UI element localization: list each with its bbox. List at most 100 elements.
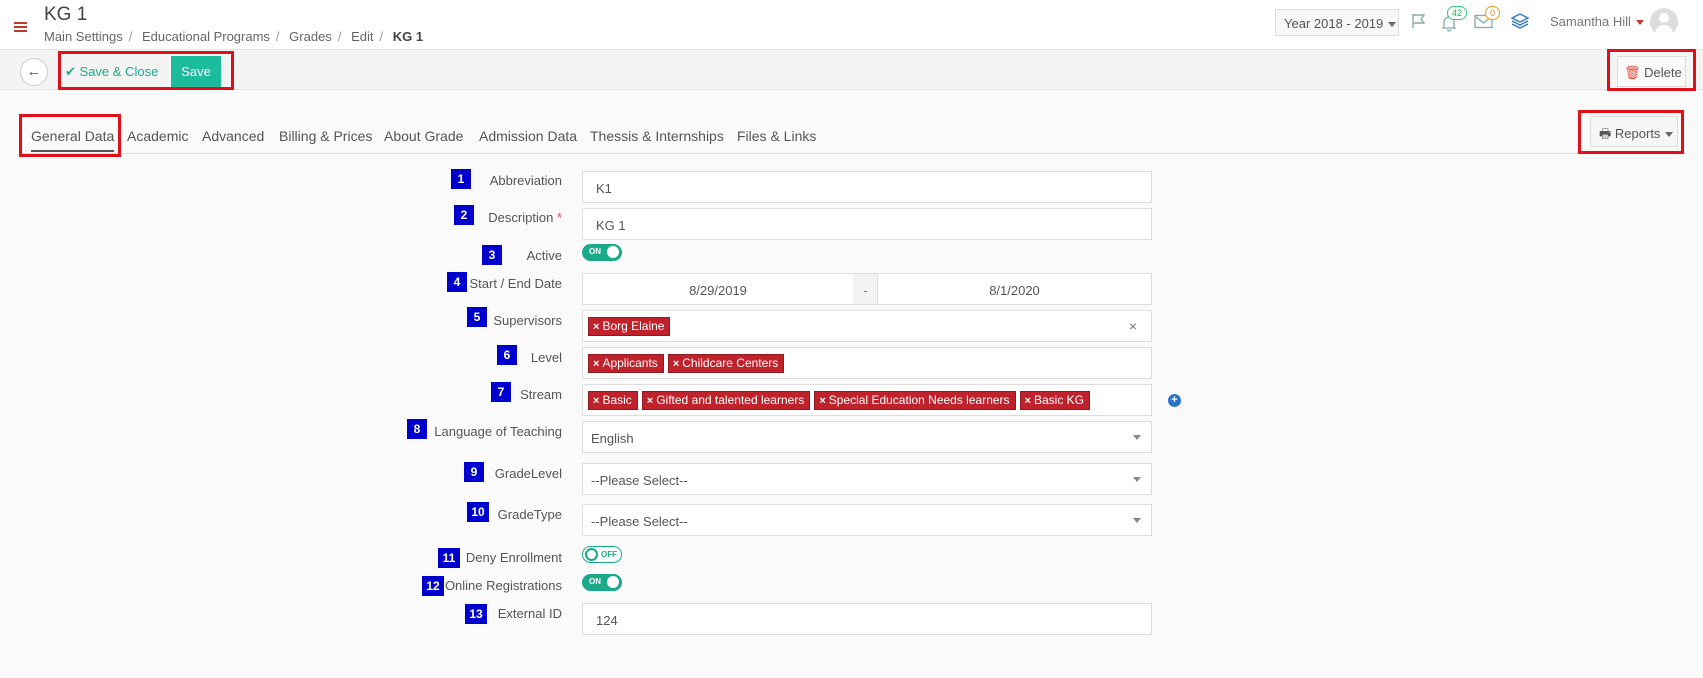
step-number: 3 bbox=[482, 245, 502, 265]
external-id-field[interactable]: 124 bbox=[582, 603, 1152, 635]
online-registrations-toggle[interactable]: ON bbox=[582, 574, 622, 591]
breadcrumb-main-settings[interactable]: Main Settings bbox=[44, 29, 123, 44]
flag-icon[interactable] bbox=[1410, 12, 1428, 33]
reports-label: Reports bbox=[1614, 126, 1661, 141]
tag[interactable]: × Special Education Needs learners bbox=[814, 391, 1016, 410]
tag[interactable]: × Basic bbox=[588, 391, 638, 410]
chevron-down-icon bbox=[1133, 435, 1141, 440]
breadcrumb-edit[interactable]: Edit bbox=[351, 29, 373, 44]
chevron-down-icon bbox=[1133, 477, 1141, 482]
deny-enrollment-toggle[interactable]: OFF bbox=[582, 546, 622, 563]
notifications-badge: 42 bbox=[1447, 6, 1468, 20]
tag[interactable]: × Childcare Centers bbox=[667, 354, 785, 373]
level-label: Level bbox=[530, 350, 562, 365]
stream-field[interactable]: × Basic × Gifted and talented learners × Spec… bbox=[582, 384, 1152, 416]
remove-icon[interactable]: × bbox=[593, 321, 599, 333]
delete-button[interactable]: 🗑 Delete bbox=[1617, 56, 1686, 87]
description-label: Description * bbox=[488, 210, 562, 225]
tab-admission-data[interactable]: Admission Data bbox=[479, 128, 577, 144]
tab-general-data[interactable]: General Data bbox=[31, 128, 115, 152]
remove-icon[interactable]: × bbox=[593, 358, 599, 370]
chevron-down-icon bbox=[1665, 132, 1674, 138]
active-toggle[interactable]: ON bbox=[582, 244, 622, 261]
grade-level-select[interactable]: --Please Select-- bbox=[582, 463, 1152, 495]
tab-thesis-internships[interactable]: Thessis & Internships bbox=[590, 128, 724, 144]
tab-about-grade[interactable]: About Grade bbox=[384, 128, 463, 144]
description-label-text: Description bbox=[488, 210, 554, 225]
action-toolbar bbox=[0, 50, 1703, 90]
supervisors-label: Supervisors bbox=[493, 313, 562, 328]
step-number: 11 bbox=[438, 548, 460, 568]
step-number: 6 bbox=[497, 345, 517, 365]
tab-advanced[interactable]: Advanced bbox=[202, 128, 264, 144]
avatar[interactable] bbox=[1650, 8, 1678, 36]
year-select-value: Year 2018 - 2019 bbox=[1284, 16, 1384, 31]
toggle-state: OFF bbox=[601, 550, 617, 559]
tab-billing-prices[interactable]: Billing & Prices bbox=[279, 128, 372, 144]
online-registrations-label: Online Registrations bbox=[444, 578, 562, 593]
remove-icon[interactable]: × bbox=[647, 395, 653, 407]
step-number: 1 bbox=[451, 169, 471, 189]
grade-type-value: --Please Select-- bbox=[591, 514, 688, 529]
step-number: 2 bbox=[454, 205, 474, 225]
menu-icon[interactable] bbox=[14, 22, 27, 32]
tag[interactable]: × Applicants bbox=[588, 354, 664, 373]
step-number: 12 bbox=[422, 576, 444, 596]
grade-level-label: GradeLevel bbox=[494, 466, 562, 481]
remove-icon[interactable]: × bbox=[673, 358, 679, 370]
page-title: KG 1 bbox=[44, 4, 88, 25]
external-id-label: External ID bbox=[497, 606, 562, 621]
deny-enrollment-label: Deny Enrollment bbox=[465, 550, 562, 565]
trash-icon: 🗑 bbox=[1624, 65, 1641, 80]
stream-label: Stream bbox=[520, 387, 562, 402]
arrow-left-icon: ← bbox=[26, 63, 42, 80]
tabs-divider bbox=[18, 153, 1686, 154]
tag[interactable]: × Gifted and talented learners bbox=[641, 391, 811, 410]
user-name: Samantha Hill bbox=[1550, 14, 1631, 29]
supervisors-field[interactable]: × Borg Elaine × bbox=[582, 310, 1152, 342]
year-select[interactable]: Year 2018 - 2019 bbox=[1275, 9, 1399, 36]
date-separator: - bbox=[853, 273, 878, 305]
add-icon[interactable]: + bbox=[1168, 394, 1181, 407]
step-number: 8 bbox=[407, 419, 427, 439]
description-field[interactable]: KG 1 bbox=[582, 208, 1152, 240]
user-menu[interactable]: Samantha Hill bbox=[1550, 14, 1644, 29]
dates-label: Start / End Date bbox=[469, 276, 563, 291]
remove-icon[interactable]: × bbox=[819, 395, 825, 407]
end-date-field[interactable]: 8/1/2020 bbox=[877, 273, 1152, 305]
step-number: 13 bbox=[465, 604, 487, 624]
remove-icon[interactable]: × bbox=[593, 395, 599, 407]
back-button[interactable]: ← bbox=[20, 58, 48, 86]
breadcrumb-educational-programs[interactable]: Educational Programs bbox=[142, 29, 270, 44]
tab-academic[interactable]: Academic bbox=[127, 128, 188, 144]
delete-label: Delete bbox=[1644, 65, 1682, 80]
language-value: English bbox=[591, 431, 634, 446]
messages-badge: 0 bbox=[1485, 6, 1501, 20]
breadcrumb-grades[interactable]: Grades bbox=[289, 29, 332, 44]
step-number: 5 bbox=[467, 307, 487, 327]
tag[interactable]: × Borg Elaine bbox=[588, 317, 671, 336]
chevron-down-icon bbox=[1388, 22, 1397, 28]
step-number: 9 bbox=[464, 462, 484, 482]
save-and-close-label: Save & Close bbox=[79, 64, 159, 79]
layers-icon[interactable] bbox=[1510, 12, 1530, 33]
language-select[interactable]: English bbox=[582, 421, 1152, 453]
grade-type-select[interactable]: --Please Select-- bbox=[582, 504, 1152, 536]
reports-button[interactable]: 🖶 Reports bbox=[1590, 116, 1678, 147]
level-field[interactable]: × Applicants × Childcare Centers bbox=[582, 347, 1152, 379]
check-icon: ✔ bbox=[65, 64, 76, 79]
abbreviation-field[interactable]: K1 bbox=[582, 171, 1152, 203]
language-label: Language of Teaching bbox=[434, 424, 562, 439]
printer-icon: 🖶 bbox=[1599, 126, 1612, 141]
save-and-close-button[interactable]: ✔ Save & Close bbox=[62, 56, 169, 87]
required-mark: * bbox=[556, 210, 562, 225]
tag[interactable]: × Basic KG bbox=[1019, 391, 1090, 410]
active-label: Active bbox=[526, 248, 562, 263]
start-date-field[interactable]: 8/29/2019 bbox=[582, 273, 854, 305]
tab-files-links[interactable]: Files & Links bbox=[737, 128, 816, 144]
save-button[interactable]: Save bbox=[171, 56, 221, 87]
step-number: 10 bbox=[467, 502, 489, 522]
step-number: 4 bbox=[447, 272, 467, 292]
clear-icon[interactable]: × bbox=[1129, 318, 1137, 334]
remove-icon[interactable]: × bbox=[1025, 395, 1031, 407]
